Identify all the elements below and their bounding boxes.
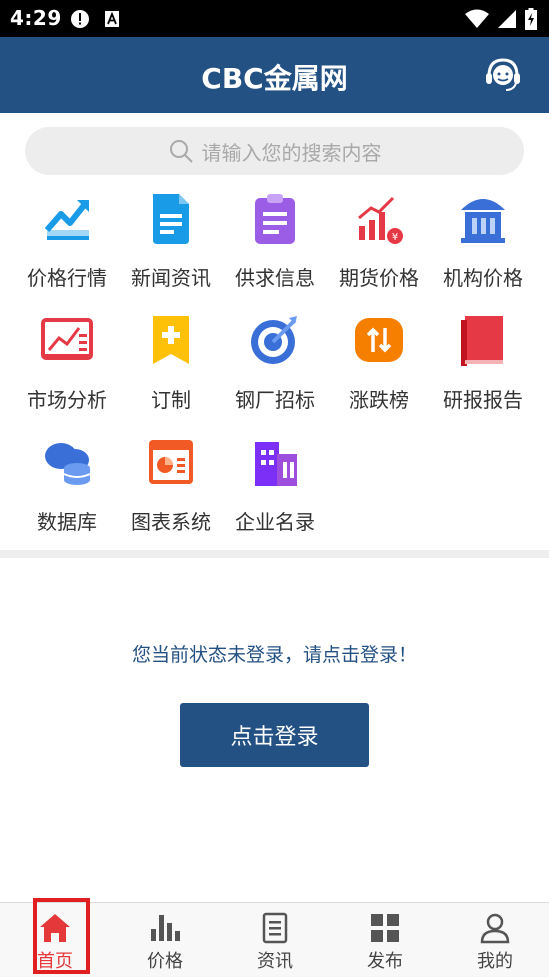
search-placeholder: 请输入您的搜索内容 [201, 140, 382, 165]
nav-label: 资讯 [257, 951, 293, 972]
chart-window-icon [149, 440, 193, 484]
grid-item-supply-demand[interactable]: 供求信息 [223, 190, 327, 291]
nav-label: 发布 [367, 951, 403, 972]
news-document-icon [153, 194, 189, 244]
grid-item-futures[interactable]: ¥ 期货价格 [327, 190, 431, 291]
grid-label: 订制 [151, 388, 191, 412]
nav-item-news[interactable]: 资讯 [220, 903, 330, 978]
grid-label: 钢厂招标 [235, 388, 315, 412]
customer-service-icon[interactable] [484, 56, 522, 94]
nav-label: 首页 [37, 951, 73, 972]
login-button[interactable]: 点击登录 [180, 703, 369, 767]
section-divider [0, 550, 549, 558]
grid-label: 期货价格 [339, 266, 419, 290]
status-bar: 4:29 [0, 0, 549, 37]
login-status-message: 您当前状态未登录，请点击登录！ [131, 644, 417, 666]
document-list-icon [262, 912, 288, 944]
grid-label: 供求信息 [235, 266, 315, 290]
nav-item-publish[interactable]: 发布 [330, 903, 440, 978]
grid-item-rank[interactable]: 涨跌榜 [327, 312, 431, 413]
database-cloud-icon [45, 443, 91, 485]
nav-item-mine[interactable]: 我的 [440, 903, 549, 978]
nav-label: 我的 [477, 951, 513, 972]
grid-item-research-report[interactable]: 研报报告 [431, 312, 535, 413]
grid-label: 新闻资讯 [131, 266, 211, 290]
search-input[interactable]: 请输入您的搜索内容 [25, 127, 524, 175]
clipboard-icon [255, 194, 295, 244]
grid-item-chart-system[interactable]: 图表系统 [119, 434, 223, 535]
nav-label: 价格 [147, 951, 183, 972]
grid-label: 机构价格 [443, 266, 523, 290]
futures-chart-icon: ¥ [358, 196, 403, 244]
nav-item-home[interactable]: 首页 [0, 903, 110, 978]
grid-item-steel-tender[interactable]: 钢厂招标 [223, 312, 327, 413]
nav-item-price[interactable]: 价格 [110, 903, 220, 978]
grid-item-database[interactable]: 数据库 [15, 434, 119, 535]
grid-label: 企业名录 [235, 510, 315, 534]
up-down-arrows-icon [355, 318, 403, 362]
grid-item-institution-price[interactable]: 机构价格 [431, 190, 535, 291]
grid-label: 价格行情 [27, 266, 107, 290]
wifi-icon [465, 9, 489, 28]
home-icon [40, 914, 70, 942]
app-header: CBC金属网 [0, 37, 549, 113]
grid-squares-icon [371, 914, 399, 942]
page-title: CBC金属网 [201, 62, 348, 95]
institution-building-icon [461, 199, 505, 243]
bar-chart-icon [151, 915, 180, 941]
bottom-nav: 首页 价格 资讯 发布 我的 [0, 898, 549, 978]
grid-label: 研报报告 [443, 388, 523, 412]
user-icon [480, 913, 510, 944]
market-analysis-icon [41, 318, 93, 360]
grid-label: 涨跌榜 [349, 388, 409, 412]
report-book-icon [461, 316, 503, 366]
signal-icon [498, 10, 516, 28]
company-building-icon [255, 442, 297, 486]
grid-label: 数据库 [37, 510, 97, 534]
bookmark-plus-icon [153, 316, 189, 364]
svg-text:¥: ¥ [392, 232, 398, 243]
search-icon [169, 140, 193, 163]
trend-chart-icon [44, 200, 89, 240]
alert-icon [71, 10, 89, 28]
grid-item-subscribe[interactable]: 订制 [119, 312, 223, 413]
status-time: 4:29 [10, 6, 62, 30]
battery-icon [525, 8, 537, 30]
grid-item-market-analysis[interactable]: 市场分析 [15, 312, 119, 413]
a-box-icon [105, 11, 119, 27]
grid-label: 市场分析 [27, 388, 107, 412]
target-icon [251, 316, 297, 364]
grid-label: 图表系统 [131, 510, 211, 534]
grid-item-price-market[interactable]: 价格行情 [15, 190, 119, 291]
grid-item-news[interactable]: 新闻资讯 [119, 190, 223, 291]
grid-item-company-directory[interactable]: 企业名录 [223, 434, 327, 535]
